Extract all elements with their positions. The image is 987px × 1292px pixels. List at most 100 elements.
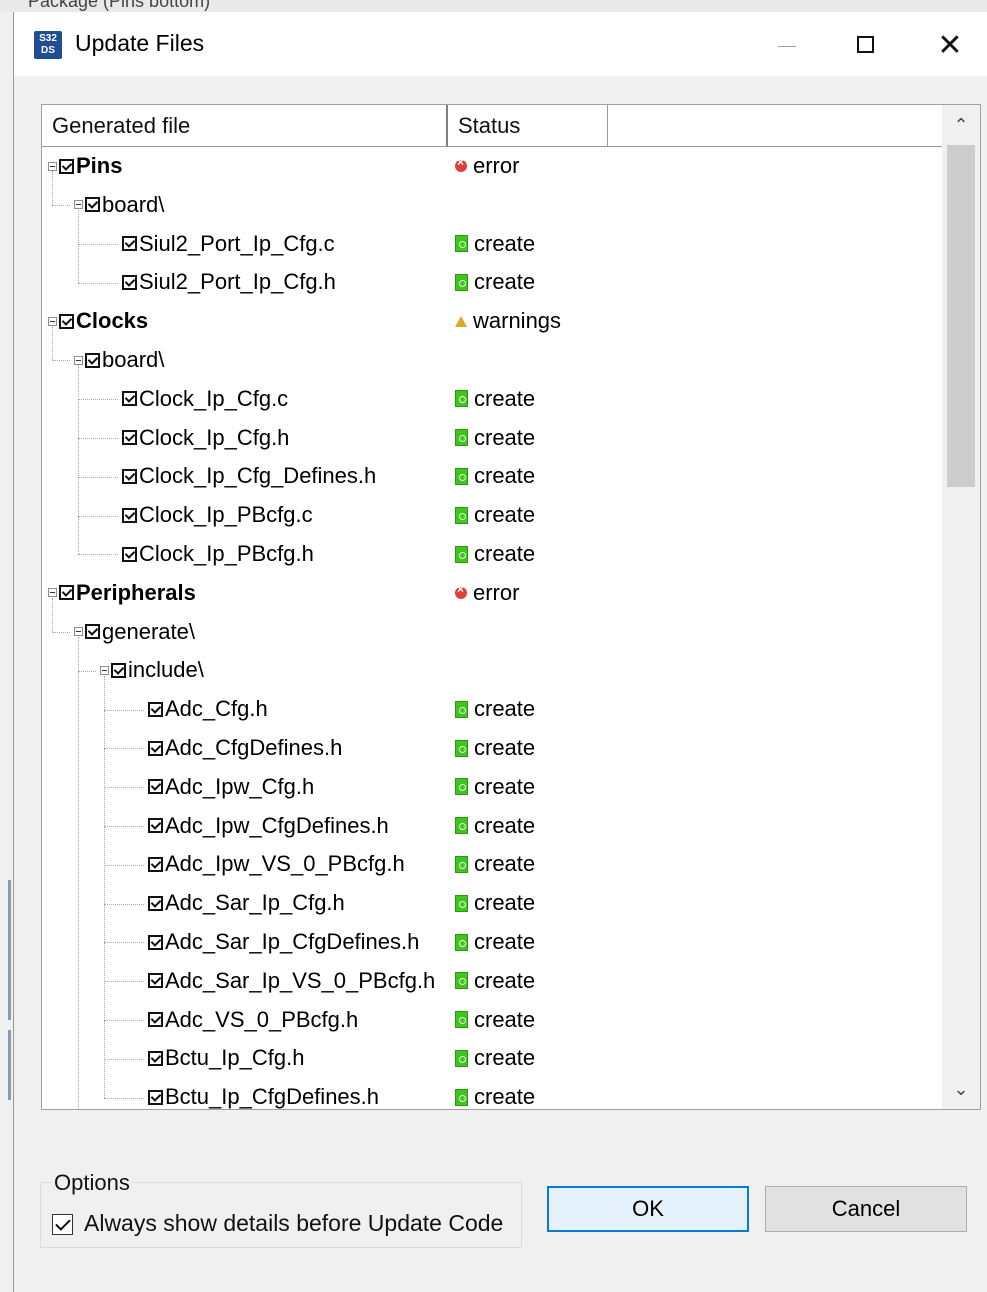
collapse-toggle-icon[interactable]: [74, 200, 83, 210]
file-checkbox[interactable]: [59, 585, 74, 601]
tree-row[interactable]: Bctu_Ip_CfgDefines.h create: [42, 1078, 942, 1109]
close-button[interactable]: ✕: [926, 24, 974, 68]
tree-connector-line: [104, 1058, 144, 1060]
tree-row[interactable]: Adc_Sar_Ip_VS_0_PBcfg.h create: [42, 962, 942, 1000]
file-checkbox[interactable]: [122, 546, 137, 562]
tree-row[interactable]: Adc_Cfg.h create: [42, 690, 942, 728]
file-name: Clock_Ip_Cfg.h: [139, 424, 290, 450]
collapse-toggle-icon[interactable]: [74, 627, 83, 637]
file-checkbox[interactable]: [148, 856, 163, 872]
tree-row[interactable]: Clocks warnings: [42, 302, 942, 340]
tree-row[interactable]: board\: [42, 341, 942, 379]
tree-connector-line: [78, 515, 118, 517]
file-checkbox[interactable]: [85, 624, 100, 640]
status-cell: create: [455, 263, 535, 301]
tree-connector-line: [52, 598, 53, 632]
tree-row-file-cell: Bctu_Ip_Cfg.h: [126, 1039, 304, 1077]
tree-connector-line: [78, 637, 79, 671]
file-checkbox[interactable]: [148, 818, 163, 834]
tree-row[interactable]: Adc_Sar_Ip_CfgDefines.h create: [42, 923, 942, 961]
scroll-track[interactable]: [942, 145, 980, 1069]
file-checkbox[interactable]: [122, 274, 137, 290]
tree-row[interactable]: Peripherals error: [42, 574, 942, 612]
file-checkbox[interactable]: [148, 740, 163, 756]
tree-row[interactable]: include\: [42, 651, 942, 689]
tree-row-file-cell: Clocks: [48, 302, 148, 340]
minimize-button[interactable]: [756, 24, 816, 68]
always-show-details-label[interactable]: Always show details before Update Code: [84, 1210, 503, 1237]
tree-row[interactable]: Adc_CfgDefines.h create: [42, 729, 942, 767]
scroll-down-arrow-icon[interactable]: ⌄: [942, 1069, 980, 1109]
file-checkbox[interactable]: [148, 1012, 163, 1028]
file-checkbox[interactable]: [148, 1089, 163, 1105]
collapse-toggle-icon[interactable]: [48, 588, 57, 598]
maximize-button[interactable]: [836, 24, 896, 68]
tree-row[interactable]: Pins error: [42, 147, 942, 185]
file-name: Clock_Ip_PBcfg.c: [139, 502, 313, 528]
tree-row[interactable]: generate\: [42, 613, 942, 651]
file-checkbox[interactable]: [148, 973, 163, 989]
vertical-scrollbar[interactable]: ⌃ ⌄: [942, 105, 980, 1109]
file-checkbox[interactable]: [122, 391, 137, 407]
tree-row[interactable]: Bctu_Ip_Cfg.h create: [42, 1039, 942, 1077]
tree-row[interactable]: Adc_Sar_Ip_Cfg.h create: [42, 884, 942, 922]
file-checkbox[interactable]: [59, 158, 74, 174]
file-checkbox[interactable]: [59, 313, 74, 329]
collapse-toggle-icon[interactable]: [100, 665, 109, 675]
file-name: board\: [102, 347, 165, 372]
tree-row[interactable]: Clock_Ip_Cfg_Defines.h create: [42, 457, 942, 495]
tree-row-file-cell: generate\: [74, 613, 195, 651]
tree-row[interactable]: Siul2_Port_Ip_Cfg.h create: [42, 263, 942, 301]
tree-row[interactable]: Clock_Ip_PBcfg.h create: [42, 535, 942, 573]
status-text: create: [474, 929, 536, 954]
tree-row[interactable]: Clock_Ip_Cfg.h create: [42, 419, 942, 457]
file-checkbox[interactable]: [122, 430, 137, 446]
file-checkbox[interactable]: [85, 197, 100, 213]
create-file-icon: [455, 467, 468, 485]
file-checkbox[interactable]: [122, 468, 137, 484]
tree-row[interactable]: Adc_VS_0_PBcfg.h create: [42, 1001, 942, 1039]
file-name: include\: [128, 657, 204, 683]
tree-row[interactable]: Siul2_Port_Ip_Cfg.c create: [42, 225, 942, 263]
tree-row[interactable]: Clock_Ip_Cfg.c create: [42, 380, 942, 418]
warning-icon: [455, 315, 467, 327]
tree-row[interactable]: Adc_Ipw_CfgDefines.h create: [42, 807, 942, 845]
cancel-button[interactable]: Cancel: [765, 1186, 967, 1232]
scroll-up-arrow-icon[interactable]: ⌃: [942, 105, 980, 145]
always-show-details-checkbox[interactable]: [52, 1214, 73, 1235]
tree-connector-line: [52, 171, 53, 206]
collapse-toggle-icon[interactable]: [48, 316, 57, 326]
file-checkbox[interactable]: [148, 779, 163, 795]
generated-files-tree[interactable]: Generated file Status Pins error board\ Siu…: [41, 104, 981, 1110]
tree-row-file-cell: Adc_Sar_Ip_Cfg.h: [126, 884, 345, 922]
status-text: create: [474, 1084, 536, 1109]
tree-row-file-cell: Peripherals: [48, 574, 196, 612]
tree-row[interactable]: Adc_Ipw_Cfg.h create: [42, 768, 942, 806]
file-name: Adc_Sar_Ip_CfgDefines.h: [165, 929, 420, 954]
tree-row-file-cell: Adc_Ipw_VS_0_PBcfg.h: [126, 845, 405, 883]
column-header-status[interactable]: Status: [448, 105, 608, 147]
background-window-strip: Package (Pins bottom): [0, 0, 987, 12]
scroll-thumb[interactable]: [947, 145, 975, 487]
file-name: Adc_Ipw_Cfg.h: [165, 773, 315, 799]
tree-row[interactable]: Adc_Ipw_VS_0_PBcfg.h create: [42, 845, 942, 883]
file-checkbox[interactable]: [148, 934, 163, 950]
title-bar[interactable]: S32 DS Update Files ✕: [14, 12, 987, 76]
file-checkbox[interactable]: [148, 1050, 163, 1066]
column-header-generated-file[interactable]: Generated file: [42, 105, 448, 147]
file-checkbox[interactable]: [85, 352, 100, 368]
file-checkbox[interactable]: [111, 662, 126, 678]
file-checkbox[interactable]: [122, 236, 137, 252]
tree-row-file-cell: Siul2_Port_Ip_Cfg.h: [100, 263, 336, 301]
status-cell: create: [455, 1078, 535, 1109]
collapse-toggle-icon[interactable]: [48, 161, 57, 171]
ok-button[interactable]: OK: [547, 1186, 749, 1232]
tree-row[interactable]: Clock_Ip_PBcfg.c create: [42, 496, 942, 534]
file-checkbox[interactable]: [122, 507, 137, 523]
file-checkbox[interactable]: [148, 895, 163, 911]
status-text: create: [474, 967, 536, 993]
tree-row[interactable]: board\: [42, 186, 942, 224]
status-cell: create: [455, 962, 535, 1000]
file-checkbox[interactable]: [148, 701, 163, 717]
collapse-toggle-icon[interactable]: [74, 355, 83, 365]
